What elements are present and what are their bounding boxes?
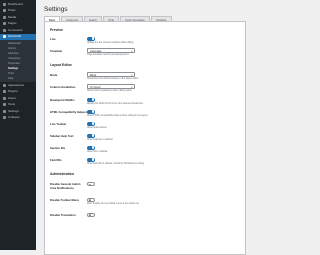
sidebar-item-label: Media xyxy=(8,14,17,19)
field-ids-label: Field IDs xyxy=(50,158,62,162)
section-ids-description: Show IDs in sidebar. xyxy=(87,151,108,153)
sidebar-collapse[interactable]: Collapse xyxy=(0,115,36,122)
sidebar-help-toggle[interactable] xyxy=(87,133,95,138)
section-title-preview: Preview xyxy=(50,28,63,32)
html-compat-toggle[interactable] xyxy=(87,109,95,114)
sidebar-help-description: Show help text in sidebar. xyxy=(87,139,114,141)
mode-label: Mode xyxy=(50,73,58,77)
column-guidelines-label: Column Guidelines xyxy=(50,85,76,89)
breakpoint-widths-toggle[interactable] xyxy=(87,97,95,102)
sidebar-item-label: Plugins xyxy=(8,89,18,94)
toolbar-menu-description: Don't display the top toolbar menu in th… xyxy=(87,203,140,205)
sidebar-item-label: Pages xyxy=(8,21,17,26)
live-toolbar-toggle[interactable] xyxy=(87,121,95,126)
pin-icon xyxy=(3,9,6,13)
sidebar-help-label: Sidebar Help Text xyxy=(50,134,74,138)
comment-icon xyxy=(3,28,6,32)
collapse-icon xyxy=(3,116,6,120)
gear-icon xyxy=(3,109,6,113)
page-title: Settings xyxy=(44,6,68,13)
breakpoint-widths-description: Display the width of the form in the sel… xyxy=(87,103,144,105)
column-guidelines-select-value: On hover xyxy=(90,86,101,89)
sidebar-item-label: Users xyxy=(8,95,16,100)
sidebar-submenu: Dashboard Library Add New Categories Pro… xyxy=(0,40,36,82)
section-ids-label: Section IDs xyxy=(50,146,66,150)
live-toolbar-label: Live Toolbar xyxy=(50,122,67,126)
live-toggle[interactable] xyxy=(87,36,95,41)
brush-icon xyxy=(3,83,6,87)
disable-translation-toggle[interactable] xyxy=(87,212,95,217)
field-ids-toggle[interactable] xyxy=(87,157,95,162)
breakpoint-widths-label: Breakpoint Widths xyxy=(50,98,75,102)
submenu-item[interactable]: Help xyxy=(0,76,36,81)
wrench-icon xyxy=(3,103,6,107)
toolbar-menu-label: Disable Toolbar Menu xyxy=(50,198,79,202)
live-description: Update the live preview instantly while … xyxy=(87,42,134,44)
disable-translation-label: Disable Translation xyxy=(50,213,76,217)
sidebar-item-label: Tools xyxy=(8,102,16,107)
template-select-value: Automatic xyxy=(90,50,102,53)
section-title-layout-editor: Layout Editor xyxy=(50,63,72,67)
section-title-administration: Administration xyxy=(50,172,74,176)
sidebar-item-label: Settings xyxy=(8,108,19,113)
admin-sidebar: Dashboard Posts Media Pages Comments Wor… xyxy=(0,0,36,250)
live-toolbar-description: Show quick actions. xyxy=(87,127,108,129)
template-description: Page template used for previewing terms. xyxy=(87,54,130,56)
dashboard-icon xyxy=(3,2,6,6)
column-guidelines-description: Show column guidelines when editing term… xyxy=(87,90,133,92)
template-select[interactable]: Automatic ▾ xyxy=(87,48,135,53)
mode-description: Determines how blocks behave in the layo… xyxy=(87,78,139,80)
sidebar-item-label: Appearance xyxy=(8,82,25,87)
sidebar-item-label: Comments xyxy=(8,27,23,32)
plugin-icon xyxy=(3,90,6,94)
sidebar-item-label: Wordcraft xyxy=(8,34,21,39)
field-ids-description: Show field IDs in sidebar. Useful for Wo… xyxy=(87,163,145,165)
section-ids-toggle[interactable] xyxy=(87,145,95,150)
settings-panel: Preview Live Update the live preview ins… xyxy=(44,21,246,255)
mode-select-value: Block xyxy=(90,74,97,77)
live-label: Live xyxy=(50,37,56,41)
sidebar-item-label: Dashboard xyxy=(8,1,23,6)
pages-icon xyxy=(3,22,6,26)
html-compat-label: HTML Compatibility Helpers xyxy=(50,110,88,114)
sidebar-item-label: Collapse xyxy=(8,115,20,120)
media-icon xyxy=(3,15,6,19)
column-guidelines-select[interactable]: On hover ▾ xyxy=(87,84,135,89)
mode-select[interactable]: Block ▾ xyxy=(87,72,135,77)
toolbar-menu-toggle[interactable] xyxy=(87,197,95,202)
html-compat-description: Show HTML compatibility helpers when edi… xyxy=(87,115,149,117)
main-content: Settings Basic Advanced Search Style Qui… xyxy=(36,0,250,255)
general-admin-label: Disable General Admin Area Notifications xyxy=(50,182,81,190)
user-icon xyxy=(3,96,6,100)
chevron-down-icon: ▾ xyxy=(131,50,133,53)
general-admin-toggle[interactable] xyxy=(87,182,95,187)
book-icon xyxy=(3,35,6,39)
template-label: Template xyxy=(50,49,63,53)
sidebar-item-label: Posts xyxy=(8,8,16,13)
